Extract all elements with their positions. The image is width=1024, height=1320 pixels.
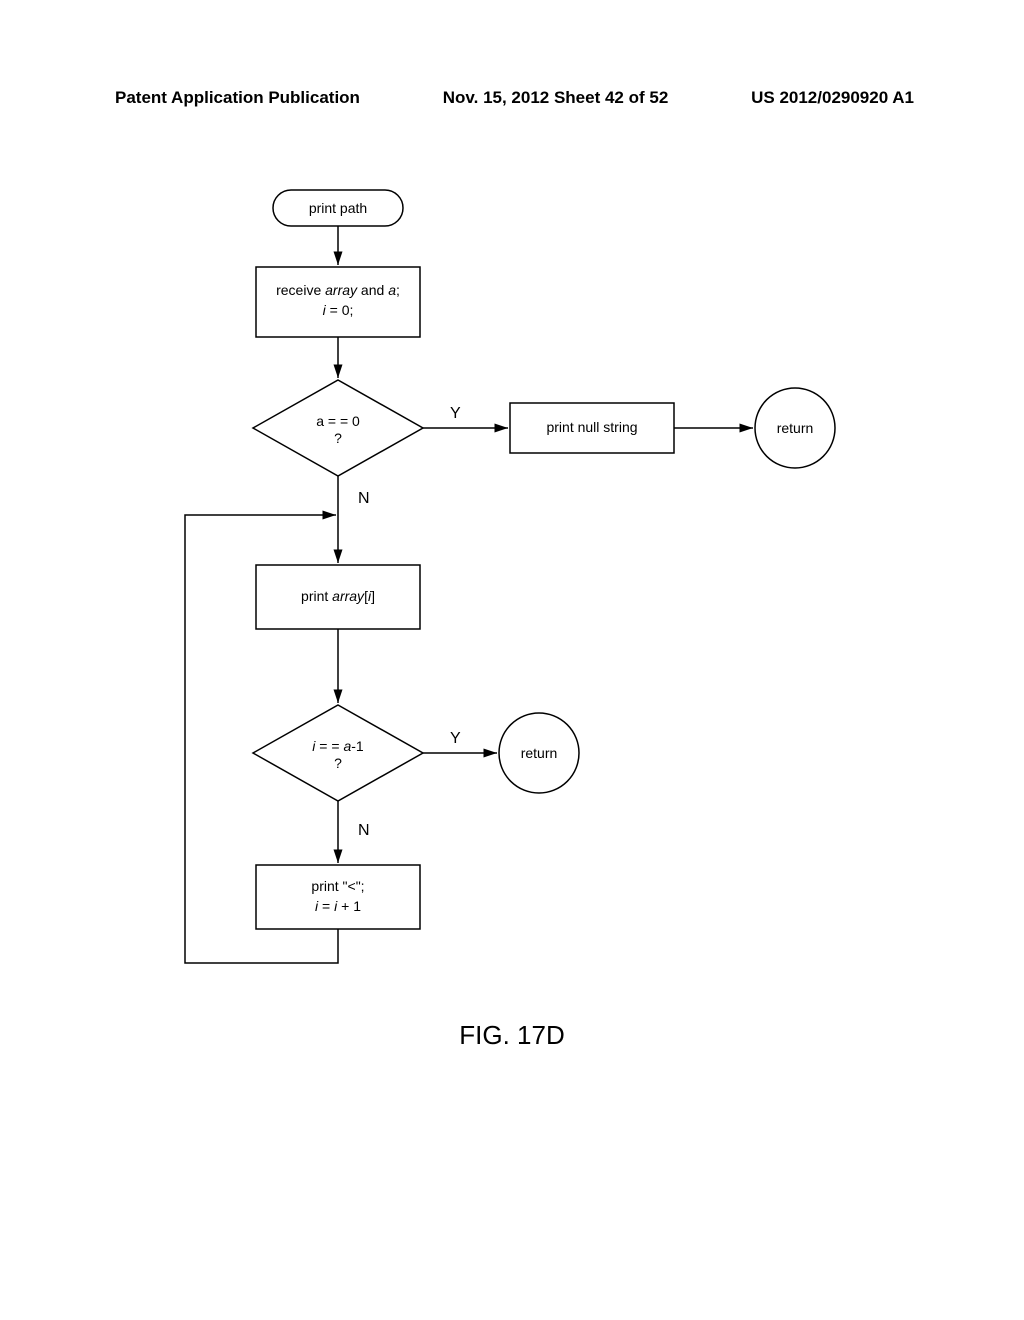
edge-label-y1: Y [450,405,461,422]
node-return-1: return [755,388,835,468]
node-print-array-i: print array[i] [256,565,420,629]
node-start-label: print path [309,200,367,216]
page-header: Patent Application Publication Nov. 15, … [0,88,1024,108]
svg-text:return: return [777,420,814,436]
edge-label-n2: N [358,822,370,839]
node-increment: print "<"; i = i + 1 [256,865,420,929]
svg-text:i = 0;: i = 0; [323,302,354,318]
node-decision-ia1: i = = a-1 ? [253,705,423,801]
figure-label: FIG. 17D [0,1020,1024,1051]
svg-text:print array[i]: print array[i] [301,588,375,604]
header-left: Patent Application Publication [115,88,360,108]
flowchart-diagram: print path receive array and a; i = 0; a… [0,185,1024,1005]
edge-label-y2: Y [450,730,461,747]
header-center: Nov. 15, 2012 Sheet 42 of 52 [443,88,669,108]
svg-text:i = = a-1: i = = a-1 [312,738,364,754]
edge-label-n1: N [358,490,370,507]
node-start: print path [273,190,403,226]
svg-text:receive array and a;: receive array and a; [276,282,400,298]
svg-text:i = i + 1: i = i + 1 [315,898,361,914]
svg-text:return: return [521,745,558,761]
svg-text:?: ? [334,430,342,446]
svg-text:print null string: print null string [546,419,637,435]
svg-text:a = = 0: a = = 0 [316,413,360,429]
node-decision-a0: a = = 0 ? [253,380,423,476]
node-print-null: print null string [510,403,674,453]
svg-text:print "<";: print "<"; [311,878,364,894]
svg-text:?: ? [334,755,342,771]
node-receive: receive array and a; i = 0; [256,267,420,337]
node-return-2: return [499,713,579,793]
header-right: US 2012/0290920 A1 [751,88,914,108]
